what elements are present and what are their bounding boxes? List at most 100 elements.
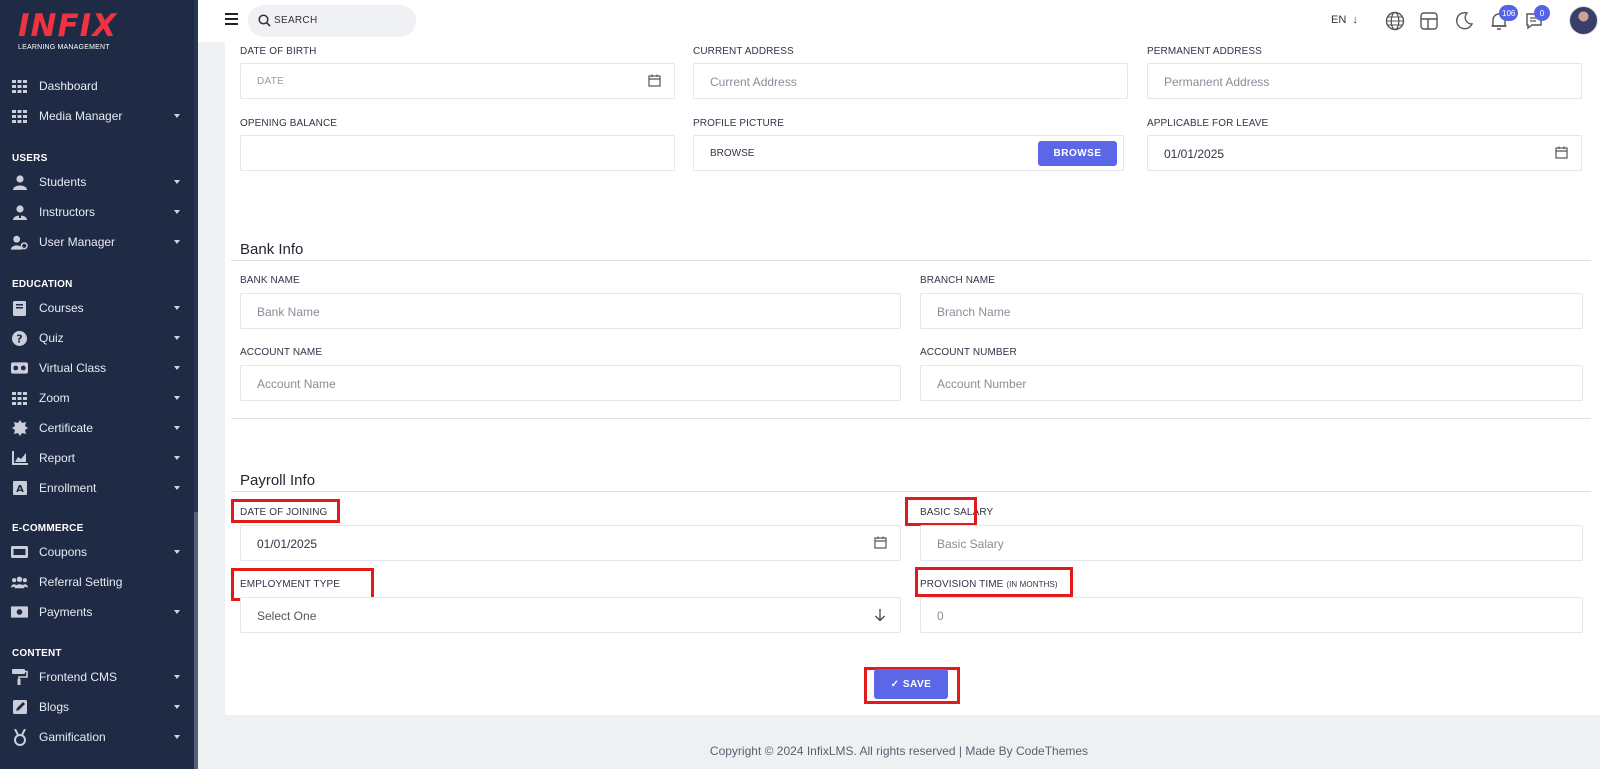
sidebar-item-gamification[interactable]: Gamification [0, 722, 194, 752]
caret-down-icon [174, 456, 180, 460]
logo-text: INFIX [18, 8, 118, 44]
enrollment-icon: A [11, 480, 28, 497]
search-placeholder: SEARCH [274, 15, 318, 26]
sidebar-item-quiz[interactable]: ? Quiz [0, 323, 194, 353]
account-name-label: ACCOUNT NAME [240, 347, 323, 358]
caret-down-icon [174, 180, 180, 184]
caret-down-icon [174, 210, 180, 214]
sidebar-item-label: Courses [39, 301, 84, 315]
sidebar-item-report[interactable]: Report [0, 443, 194, 473]
date-of-birth-field[interactable]: DATE [240, 63, 675, 99]
sidebar-item-label: Dashboard [39, 79, 98, 93]
profile-picture-label: PROFILE PICTURE [693, 118, 784, 129]
brand-logo[interactable]: INFIX LEARNING MANAGEMENT [18, 10, 128, 56]
caret-down-icon [174, 396, 180, 400]
sidebar: INFIX LEARNING MANAGEMENT Dashboard Medi… [0, 0, 198, 769]
sidebar-item-label: Students [39, 175, 87, 189]
save-button[interactable]: ✓ SAVE [874, 669, 948, 699]
caret-down-icon [174, 240, 180, 244]
date-of-joining-field[interactable]: 01/01/2025 [240, 525, 901, 561]
dark-mode-moon-icon[interactable] [1454, 11, 1474, 31]
account-number-placeholder: Account Number [937, 377, 1027, 391]
sidebar-item-user-manager[interactable]: User Manager [0, 227, 194, 257]
current-address-label: CURRENT ADDRESS [693, 46, 794, 57]
arrow-down-icon [874, 608, 886, 622]
account-number-label: ACCOUNT NUMBER [920, 347, 1017, 358]
sidebar-item-certificate[interactable]: Certificate [0, 413, 194, 443]
employment-type-select[interactable]: Select One [240, 597, 901, 633]
instructor-icon [11, 204, 28, 221]
sidebar-item-enrollment[interactable]: A Enrollment [0, 473, 194, 503]
sidebar-item-referral-setting[interactable]: Referral Setting [0, 567, 194, 597]
sidebar-item-payments[interactable]: Payments [0, 597, 194, 627]
bank-name-label: BANK NAME [240, 275, 300, 286]
caret-down-icon [174, 114, 180, 118]
sidebar-scrollbar-thumb[interactable] [194, 512, 198, 769]
caret-down-icon [174, 366, 180, 370]
provision-time-value: 0 [937, 609, 944, 623]
sidebar-item-instructors[interactable]: Instructors [0, 197, 194, 227]
sidebar-item-students[interactable]: Students [0, 167, 194, 197]
layout-icon[interactable] [1419, 11, 1439, 31]
sidebar-item-courses[interactable]: Courses [0, 293, 194, 323]
calendar-icon [648, 74, 662, 88]
footer-copyright: Copyright © 2024 InfixLMS. All rights re… [709, 744, 1089, 758]
language-selector[interactable]: EN ↓ [1331, 14, 1358, 26]
grid-icon [11, 78, 28, 95]
account-name-field[interactable]: Account Name [240, 365, 901, 401]
chart-icon [11, 450, 28, 467]
highlight-box [231, 499, 340, 523]
sidebar-item-dashboard[interactable]: Dashboard [0, 71, 194, 101]
globe-icon[interactable] [1385, 11, 1405, 31]
branch-name-label: BRANCH NAME [920, 275, 995, 286]
language-label: EN [1331, 14, 1347, 26]
sidebar-item-label: Enrollment [39, 481, 97, 495]
caret-down-icon [174, 306, 180, 310]
profile-picture-field[interactable]: BROWSE BROWSE [693, 135, 1124, 171]
provision-time-field[interactable]: 0 [920, 597, 1583, 633]
grid-icon [11, 108, 28, 125]
sidebar-item-blogs[interactable]: Blogs [0, 692, 194, 722]
bank-name-field[interactable]: Bank Name [240, 293, 901, 329]
caret-down-icon [174, 735, 180, 739]
date-of-birth-label: DATE OF BIRTH [240, 46, 317, 57]
sidebar-item-label: Media Manager [39, 109, 123, 123]
permanent-address-field[interactable]: Permanent Address [1147, 63, 1582, 99]
caret-down-icon [174, 610, 180, 614]
sidebar-item-label: Payments [39, 605, 93, 619]
sidebar-item-zoom[interactable]: Zoom [0, 383, 194, 413]
account-number-field[interactable]: Account Number [920, 365, 1583, 401]
sidebar-item-label: Frontend CMS [39, 670, 118, 684]
branch-name-field[interactable]: Branch Name [920, 293, 1583, 329]
user-gear-icon [11, 234, 28, 251]
question-icon: ? [11, 330, 28, 347]
sidebar-item-media-manager[interactable]: Media Manager [0, 101, 194, 131]
divider [231, 491, 1591, 492]
vr-icon [11, 360, 28, 377]
current-address-field[interactable]: Current Address [693, 63, 1128, 99]
current-address-placeholder: Current Address [710, 75, 797, 89]
date-of-birth-placeholder: DATE [257, 76, 285, 87]
browse-button[interactable]: BROWSE [1038, 141, 1117, 166]
save-label: SAVE [902, 678, 932, 690]
date-of-joining-value: 01/01/2025 [257, 537, 318, 551]
applicable-for-leave-field[interactable]: 01/01/2025 [1147, 135, 1582, 171]
caret-down-icon [174, 336, 180, 340]
basic-salary-placeholder: Basic Salary [937, 537, 1004, 551]
profile-picture-value: BROWSE [710, 148, 755, 159]
sidebar-item-virtual-class[interactable]: Virtual Class [0, 353, 194, 383]
user-icon [11, 174, 28, 191]
search-input[interactable]: SEARCH [248, 5, 416, 37]
bank-name-placeholder: Bank Name [257, 305, 320, 319]
caret-down-icon [174, 486, 180, 490]
menu-toggle-icon[interactable] [225, 13, 238, 25]
basic-salary-field[interactable]: Basic Salary [920, 525, 1583, 561]
sidebar-item-frontend-cms[interactable]: Frontend CMS [0, 662, 194, 692]
sidebar-item-label: Instructors [39, 205, 96, 219]
opening-balance-field[interactable] [240, 135, 675, 171]
avatar[interactable] [1569, 6, 1598, 35]
calendar-icon [874, 536, 888, 550]
sidebar-scrollbar[interactable] [194, 0, 198, 769]
sidebar-item-coupons[interactable]: Coupons [0, 537, 194, 567]
svg-text:A: A [16, 484, 24, 495]
